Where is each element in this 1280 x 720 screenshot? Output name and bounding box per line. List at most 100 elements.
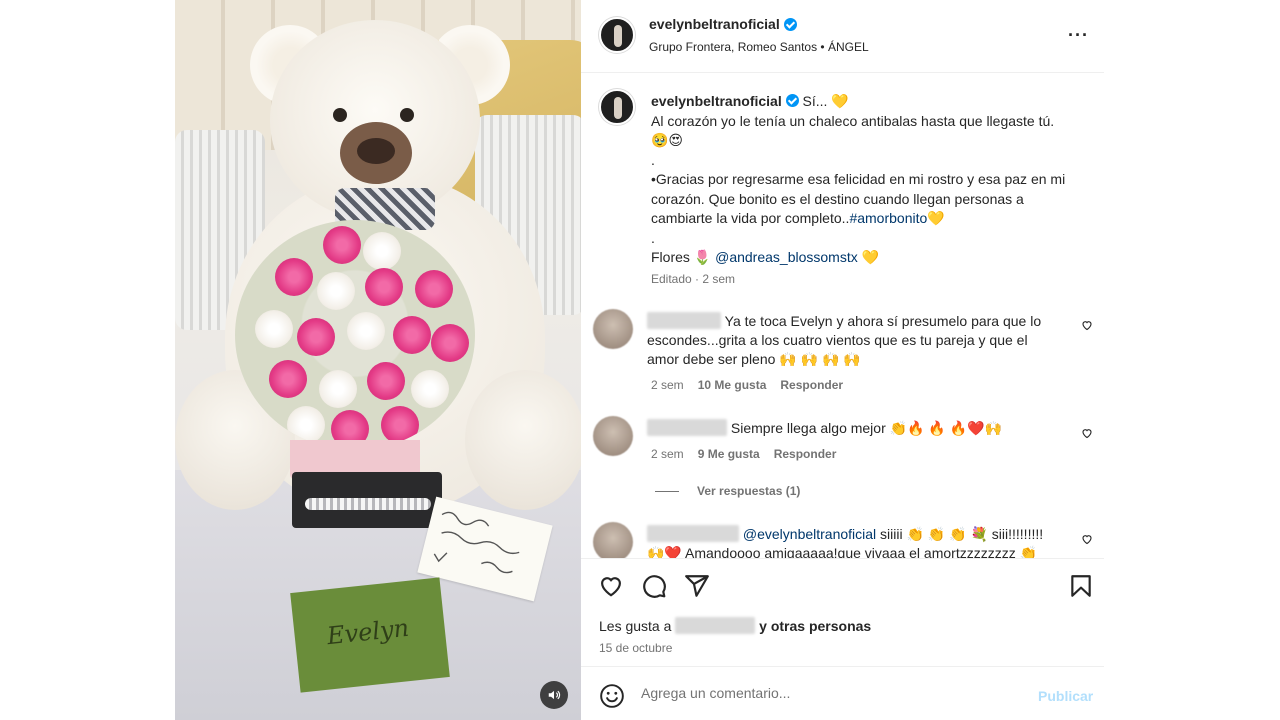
heart-icon <box>601 577 621 597</box>
teddy-bear-eye-right <box>400 108 414 122</box>
diamond-bracelet <box>305 498 431 510</box>
audio-toggle-button[interactable] <box>540 681 568 709</box>
bookmark-icon <box>1071 575 1091 597</box>
caption-flowers-line: Flores 🌷 @andreas_blossomstx 💛 <box>651 248 1071 268</box>
caption-paragraph: •Gracias por regresarme esa felicidad en… <box>651 170 1071 229</box>
reply-button[interactable]: Responder <box>774 447 837 461</box>
post-actions: Les gusta a y otras personas 15 de octub… <box>581 558 1104 666</box>
comment-meta: 2 sem 9 Me gusta Responder <box>651 447 836 461</box>
pink-rose <box>431 324 469 362</box>
pink-rose <box>367 362 405 400</box>
post-caption: evelynbeltranoficial Sí... 💛 Al corazón … <box>651 92 1071 268</box>
blurred-username <box>647 312 721 329</box>
caption-dot: . <box>651 229 655 246</box>
replies-divider <box>655 490 679 492</box>
verified-badge-icon <box>785 94 799 107</box>
reply-button[interactable]: Responder <box>780 378 843 392</box>
caption-author-avatar[interactable] <box>599 89 635 125</box>
flowers-label: Flores 🌷 <box>651 249 712 265</box>
comment-meta: 2 sem 10 Me gusta Responder <box>651 378 843 392</box>
pink-rose <box>415 270 453 308</box>
author-name-row: evelynbeltranoficial <box>649 16 797 32</box>
verified-badge-icon <box>783 17 797 31</box>
teddy-bear-eye-left <box>333 108 347 122</box>
teddy-bear-arm-right <box>465 370 581 510</box>
publish-button[interactable]: Publicar <box>1038 688 1093 704</box>
pink-rose <box>269 360 307 398</box>
caption-line: Al corazón yo le tenía un chaleco antiba… <box>651 112 1055 149</box>
post-photo[interactable]: Evelyn <box>175 0 581 720</box>
heart-icon <box>1082 535 1092 545</box>
mention-link[interactable]: @evelynbeltranoficial <box>743 526 876 542</box>
comment-button[interactable] <box>641 573 667 599</box>
comment-text: @evelynbeltranoficial siiiii 👏 👏 👏 💐 sii… <box>647 525 1057 558</box>
comment-text: Siempre llega algo mejor 👏🔥 🔥 🔥❤️🙌 <box>647 419 1057 438</box>
comment-text: Ya te toca Evelyn y ahora sí presumelo p… <box>647 312 1057 369</box>
comment-like-heart-icon[interactable] <box>1081 533 1093 548</box>
teddy-bear-nose <box>357 138 395 164</box>
blurred-username <box>647 525 739 542</box>
white-rose <box>411 370 449 408</box>
more-options-icon[interactable]: ··· <box>1068 26 1089 44</box>
pink-rose <box>393 316 431 354</box>
white-rose <box>287 406 325 444</box>
emoji-picker-button[interactable] <box>599 683 625 714</box>
comment-time: 2 sem <box>651 447 684 461</box>
comment-like-heart-icon[interactable] <box>1081 319 1093 334</box>
emoji-icon <box>600 684 624 708</box>
audio-icon <box>548 690 561 700</box>
caption-opening: Sí... 💛 <box>802 93 849 109</box>
white-rose <box>363 232 401 270</box>
add-comment-bar: Publicar <box>581 666 1104 720</box>
view-replies-label: Ver respuestas (1) <box>697 484 801 498</box>
hashtag-link[interactable]: #amorbonito <box>849 210 927 226</box>
caption-emoji: 💛 <box>861 249 880 265</box>
author-username[interactable]: evelynbeltranoficial <box>649 16 780 32</box>
comment-like-heart-icon[interactable] <box>1081 427 1093 442</box>
comment-body-line: 🙌❤️ Amandoooo amigaaaaa!que vivaaa el am… <box>647 545 1038 558</box>
save-button[interactable] <box>1068 573 1094 599</box>
caption-username[interactable]: evelynbeltranoficial <box>651 93 782 109</box>
mention-link[interactable]: @andreas_blossomstx <box>715 249 858 265</box>
heart-icon <box>1082 321 1092 331</box>
caption-dot: . <box>651 151 655 168</box>
comment-likes[interactable]: 9 Me gusta <box>698 447 760 461</box>
pink-rose <box>381 406 419 444</box>
comment-icon <box>643 575 666 598</box>
blurred-liker-name <box>675 617 756 634</box>
author-avatar[interactable] <box>599 17 635 53</box>
comment-likes[interactable]: 10 Me gusta <box>698 378 767 392</box>
share-icon <box>685 575 709 597</box>
comment-body: siiiii 👏 👏 👏 💐 siii!!!!!!!!! <box>876 526 1044 542</box>
comment-body: Siempre llega algo mejor 👏🔥 🔥 🔥❤️🙌 <box>730 420 1003 436</box>
post-date: 15 de octubre <box>599 641 673 655</box>
blurred-username <box>647 419 727 436</box>
comment-item: @evelynbeltranoficial siiiii 👏 👏 👏 💐 sii… <box>581 520 1104 558</box>
comment-time: 2 sem <box>651 378 684 392</box>
pink-rose <box>323 226 361 264</box>
audio-track-label[interactable]: Grupo Frontera, Romeo Santos • ÁNGEL <box>649 40 869 54</box>
comment-input[interactable] <box>641 681 1031 705</box>
commenter-avatar[interactable] <box>593 309 633 349</box>
commenter-avatar[interactable] <box>593 416 633 456</box>
pink-rose <box>275 258 313 296</box>
heart-icon <box>1082 429 1092 439</box>
pink-rose <box>297 318 335 356</box>
view-replies-button[interactable]: Ver respuestas (1) <box>655 484 800 498</box>
pink-rose <box>365 268 403 306</box>
likes-summary[interactable]: Les gusta a y otras personas <box>599 617 871 634</box>
white-rose <box>317 272 355 310</box>
likes-suffix: y otras personas <box>759 618 872 634</box>
white-rose <box>347 312 385 350</box>
caption-first-line: evelynbeltranoficial Sí... 💛 <box>651 92 1071 112</box>
commenter-avatar[interactable] <box>593 522 633 558</box>
share-button[interactable] <box>684 573 710 599</box>
caption-meta: Editado · 2 sem <box>651 272 736 286</box>
post-header: evelynbeltranoficial Grupo Frontera, Rom… <box>581 0 1104 73</box>
like-button[interactable] <box>598 573 624 599</box>
white-rose <box>255 310 293 348</box>
likes-prefix: Les gusta a <box>599 618 672 634</box>
white-rose <box>319 370 357 408</box>
caption-emoji: 💛 <box>927 210 945 226</box>
rose-bouquet <box>235 220 475 450</box>
